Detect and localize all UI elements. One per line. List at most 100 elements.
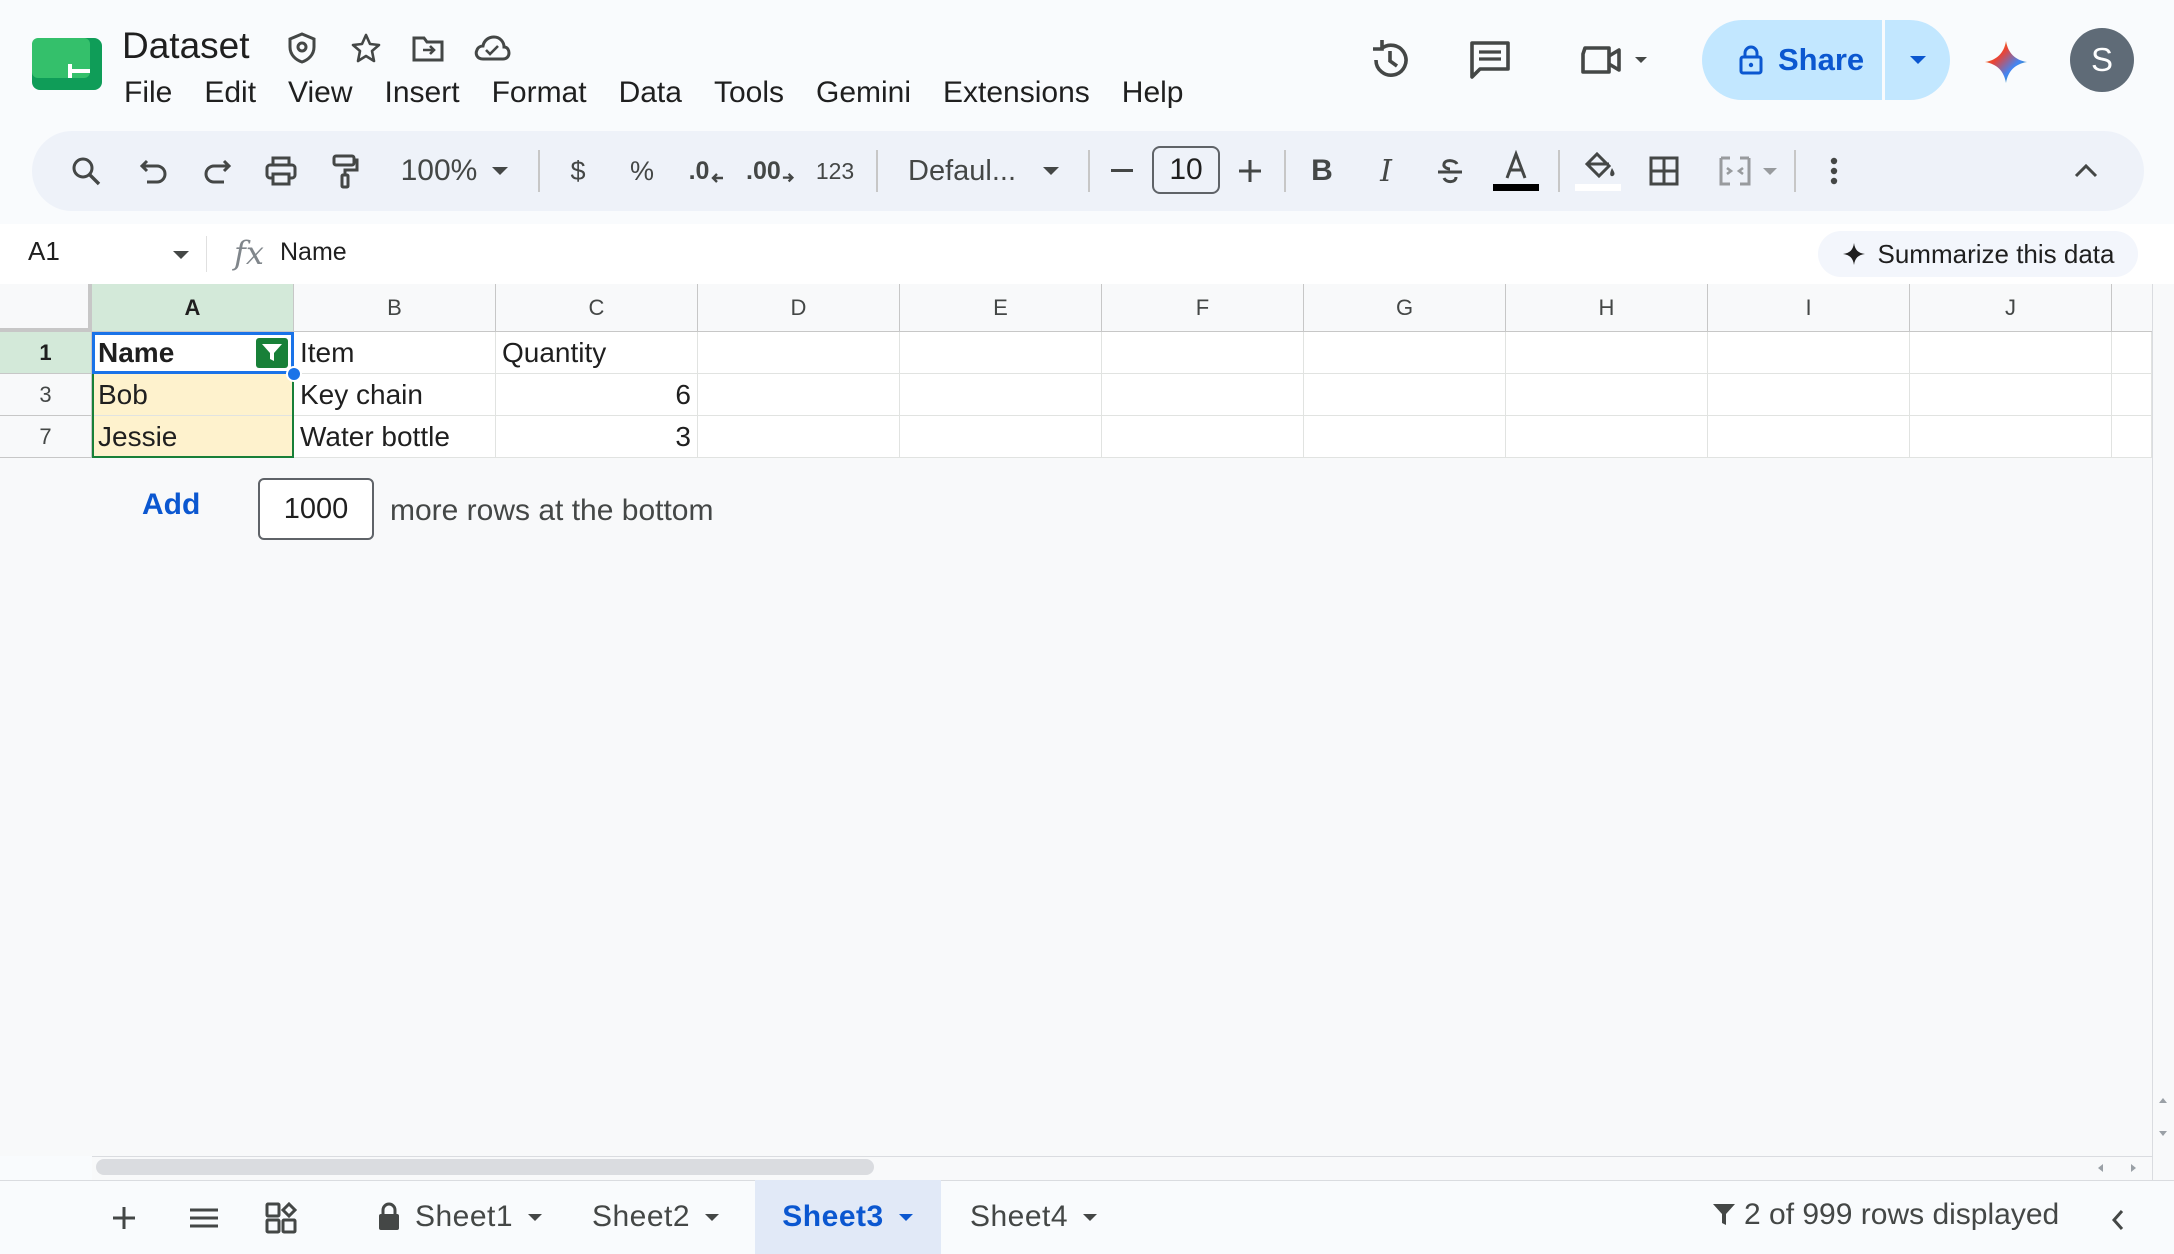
menu-gemini[interactable]: Gemini [800,72,927,114]
font-size-input[interactable]: 10 [1152,146,1220,194]
decrease-decimal-button[interactable]: .0 [682,148,732,194]
column-header-a[interactable]: A [92,284,294,332]
column-header-f[interactable]: F [1102,284,1304,332]
column-header-c[interactable]: C [496,284,698,332]
percent-format-button[interactable]: % [620,148,664,194]
add-sheet-icon[interactable] [102,1196,146,1240]
move-to-folder-icon[interactable] [408,28,448,68]
cell-c7[interactable]: 3 [496,416,698,458]
collapse-side-panel-icon[interactable] [2100,1198,2136,1242]
chevron-down-icon [1763,167,1777,175]
column-header-d[interactable]: D [698,284,900,332]
scroll-up-arrow[interactable] [2153,1090,2173,1112]
share-dropdown-icon[interactable] [1885,20,1950,100]
cell-b7[interactable]: Water bottle [294,416,496,458]
chevron-down-icon [492,167,509,175]
bold-button[interactable]: B [1300,148,1344,194]
summarize-data-button[interactable]: Summarize this data [1818,231,2138,277]
redo-icon[interactable] [195,148,239,194]
menu-tools[interactable]: Tools [698,72,800,114]
menu-view[interactable]: View [272,72,368,114]
scroll-down-arrow[interactable] [2153,1122,2173,1144]
filter-icon[interactable] [256,338,288,368]
menu-insert[interactable]: Insert [369,72,476,114]
row-header[interactable]: 7 [0,416,92,458]
sheet-tab-sheet4[interactable]: Sheet4 [950,1180,1118,1254]
zoom-select[interactable]: 100% [390,148,520,194]
chevron-down-icon [528,1213,543,1221]
comments-icon[interactable] [1460,30,1520,90]
print-icon[interactable] [258,148,304,194]
add-rows-count-input[interactable]: 1000 [258,478,374,540]
lock-icon [1739,45,1763,75]
row-header[interactable]: 3 [0,374,92,416]
name-box-dropdown-icon[interactable] [166,240,196,270]
explore-icon[interactable] [260,1196,304,1240]
chevron-down-icon [1083,1213,1098,1221]
version-history-icon[interactable] [1360,30,1420,90]
add-rows-label: more rows at the bottom [390,494,714,527]
menu-extensions[interactable]: Extensions [927,72,1106,114]
merge-cells-icon[interactable] [1710,148,1786,194]
sheet-tab-sheet3[interactable]: Sheet3 [755,1180,941,1254]
select-all-corner[interactable] [0,284,92,332]
column-header-j[interactable]: J [1910,284,2112,332]
menu-data[interactable]: Data [603,72,698,114]
column-header-i[interactable]: I [1708,284,1910,332]
sheet-tab-sheet2[interactable]: Sheet2 [576,1180,736,1254]
shield-icon[interactable] [282,28,322,68]
sheets-logo-icon[interactable] [32,38,102,90]
font-family-select[interactable]: Defaul... [896,148,1072,194]
more-options-icon[interactable] [1812,148,1856,194]
cloud-saved-icon[interactable] [472,28,512,68]
increase-font-size-icon[interactable] [1228,148,1272,194]
all-sheets-menu-icon[interactable] [182,1196,226,1240]
menu-file[interactable]: File [108,72,188,114]
scroll-left-arrow[interactable] [2090,1158,2112,1178]
cell-c3[interactable]: 6 [496,374,698,416]
account-avatar[interactable]: S [2070,28,2134,92]
formula-input[interactable]: Name [280,238,347,267]
fill-handle[interactable] [286,366,302,382]
horizontal-scroll-thumb[interactable] [96,1159,874,1175]
menu-help[interactable]: Help [1106,72,1200,114]
scroll-right-arrow[interactable] [2122,1158,2144,1178]
borders-icon[interactable] [1642,148,1686,194]
collapse-toolbar-icon[interactable] [2064,148,2108,194]
cell-b1[interactable]: Item [294,332,496,374]
row-header[interactable]: 1 [0,332,92,374]
gemini-icon[interactable] [1976,38,2036,86]
star-icon[interactable] [346,28,386,68]
cell-b3[interactable]: Key chain [294,374,496,416]
increase-decimal-button[interactable]: .00 [746,148,796,194]
share-button-group: Share [1702,20,1950,100]
share-button[interactable]: Share [1702,20,1882,100]
fill-color-icon[interactable] [1572,148,1624,194]
more-formats-button[interactable]: 123 [810,148,860,194]
currency-format-button[interactable]: $ [556,148,600,194]
vertical-scrollbar[interactable] [2152,284,2174,1180]
add-rows-button[interactable]: Add [142,488,200,522]
column-header-h[interactable]: H [1506,284,1708,332]
arrow-left-icon [711,173,724,183]
rows-displayed-text: 2 of 999 rows displayed [1744,1198,2060,1231]
decrease-font-size-icon[interactable] [1100,148,1144,194]
menu-bar: File Edit View Insert Format Data Tools … [108,72,1199,114]
search-icon[interactable] [64,148,108,194]
undo-icon[interactable] [132,148,176,194]
name-box[interactable]: A1 [28,236,60,267]
paint-format-icon[interactable] [322,148,368,194]
column-header-e[interactable]: E [900,284,1102,332]
cell-c1[interactable]: Quantity [496,332,698,374]
lock-icon [378,1202,399,1230]
meet-video-icon[interactable] [1570,30,1660,90]
text-color-icon[interactable] [1490,148,1542,194]
sheet-tab-sheet1[interactable]: Sheet1 [360,1180,560,1254]
column-header-b[interactable]: B [294,284,496,332]
menu-format[interactable]: Format [476,72,603,114]
italic-button[interactable]: I [1364,148,1408,194]
strikethrough-icon[interactable] [1428,148,1472,194]
menu-edit[interactable]: Edit [188,72,272,114]
column-header-g[interactable]: G [1304,284,1506,332]
document-title[interactable]: Dataset [122,24,250,68]
